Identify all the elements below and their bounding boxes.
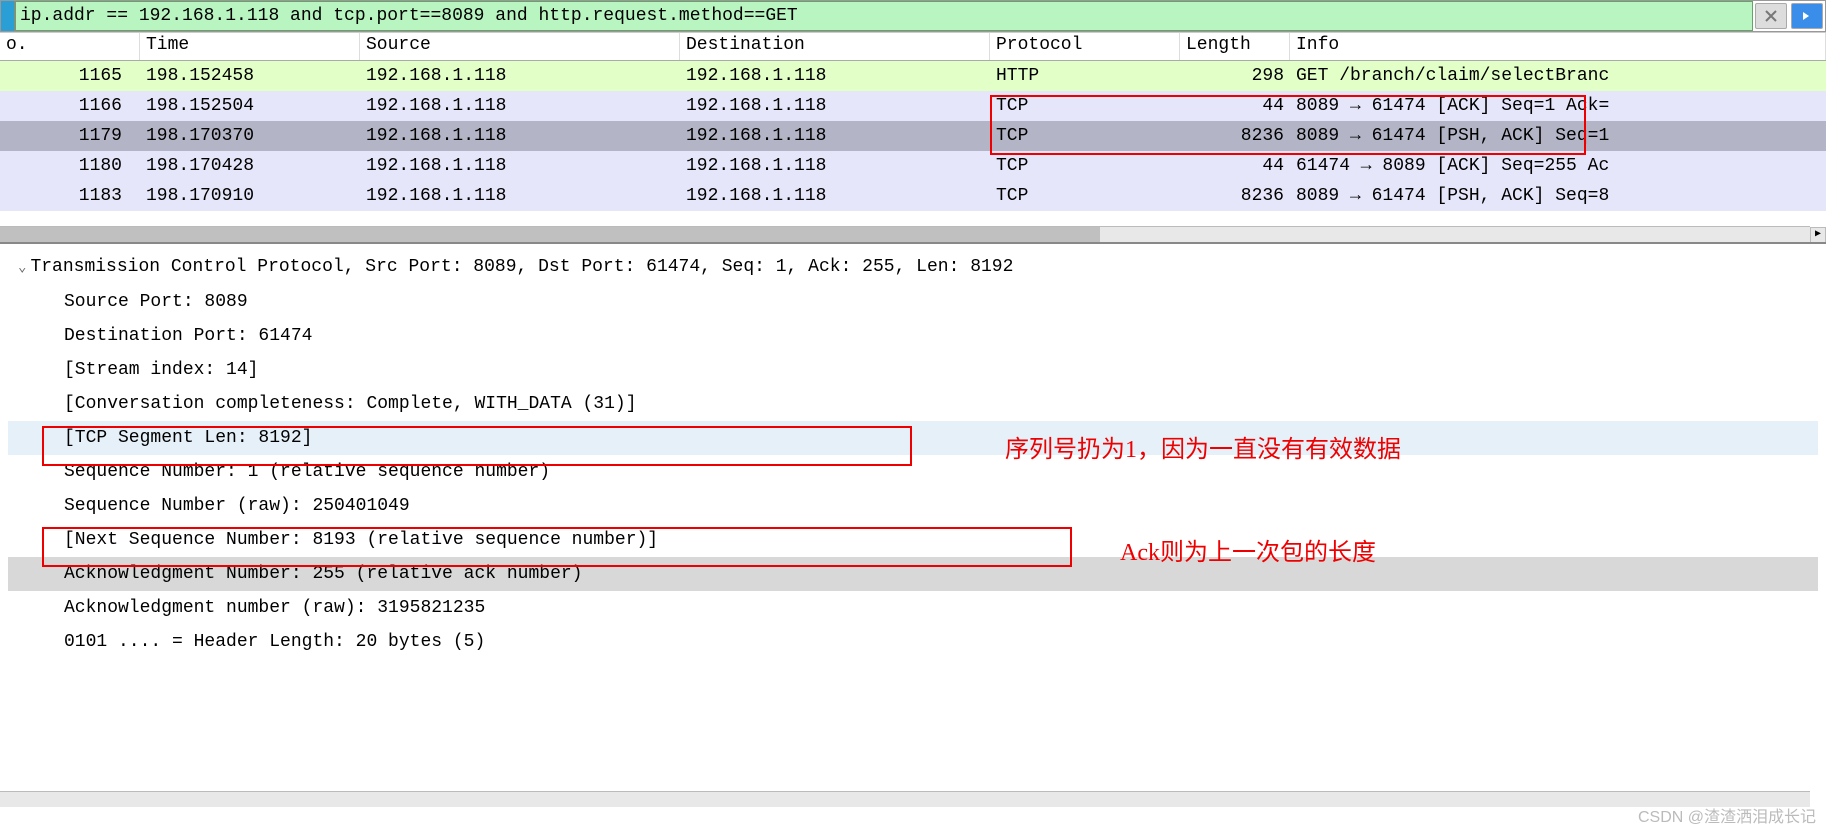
detail-tcp-segment-len[interactable]: [TCP Segment Len: 8192] (8, 421, 1818, 455)
watermark-text: CSDN @渣渣洒泪成长记 (1638, 803, 1816, 827)
col-protocol[interactable]: Protocol (990, 33, 1180, 60)
detail-next-sequence[interactable]: [Next Sequence Number: 8193 (relative se… (8, 523, 1818, 557)
scrollbar-thumb[interactable] (0, 227, 1100, 242)
detail-acknowledgment[interactable]: Acknowledgment Number: 255 (relative ack… (8, 557, 1818, 591)
scroll-right-icon[interactable]: ▶ (1810, 227, 1826, 242)
annotation-text: 序列号扔为1，因为一直没有有效数据 (1005, 429, 1401, 464)
detail-sequence-raw[interactable]: Sequence Number (raw): 250401049 (8, 489, 1818, 523)
filter-bar (0, 0, 1826, 32)
detail-stream-index[interactable]: [Stream index: 14] (8, 353, 1818, 387)
detail-ack-raw[interactable]: Acknowledgment number (raw): 3195821235 (8, 591, 1818, 625)
detail-tcp-header[interactable]: Transmission Control Protocol, Src Port:… (8, 250, 1818, 285)
packet-detail-pane: Transmission Control Protocol, Src Port:… (0, 242, 1826, 672)
horizontal-scrollbar[interactable]: ▶ (0, 226, 1810, 242)
annotation-text: Ack则为上一次包的长度 (1120, 532, 1376, 567)
detail-sequence-number[interactable]: Sequence Number: 1 (relative sequence nu… (8, 455, 1818, 489)
filter-marker-icon (1, 1, 15, 31)
detail-conversation[interactable]: [Conversation completeness: Complete, WI… (8, 387, 1818, 421)
packet-row[interactable]: 1183 198.170910 192.168.1.118 192.168.1.… (0, 181, 1826, 211)
packet-row[interactable]: 1165 198.152458 192.168.1.118 192.168.1.… (0, 61, 1826, 91)
packet-list-header: o. Time Source Destination Protocol Leng… (0, 33, 1826, 61)
apply-filter-button[interactable] (1791, 3, 1823, 29)
detail-header-length[interactable]: 0101 .... = Header Length: 20 bytes (5) (8, 625, 1818, 659)
col-length[interactable]: Length (1180, 33, 1290, 60)
col-time[interactable]: Time (140, 33, 360, 60)
packet-row-selected[interactable]: 1179 198.170370 192.168.1.118 192.168.1.… (0, 121, 1826, 151)
packet-row[interactable]: 1166 198.152504 192.168.1.118 192.168.1.… (0, 91, 1826, 121)
detail-dst-port[interactable]: Destination Port: 61474 (8, 319, 1818, 353)
packet-rows: 1165 198.152458 192.168.1.118 192.168.1.… (0, 61, 1826, 211)
col-info[interactable]: Info (1290, 33, 1826, 60)
col-source[interactable]: Source (360, 33, 680, 60)
packet-list-pane: o. Time Source Destination Protocol Leng… (0, 32, 1826, 242)
col-no[interactable]: o. (0, 33, 140, 60)
display-filter-input[interactable] (15, 1, 1753, 31)
clear-filter-button[interactable] (1755, 3, 1787, 29)
packet-row[interactable]: 1180 198.170428 192.168.1.118 192.168.1.… (0, 151, 1826, 181)
detail-src-port[interactable]: Source Port: 8089 (8, 285, 1818, 319)
horizontal-scrollbar[interactable] (0, 791, 1810, 807)
col-destination[interactable]: Destination (680, 33, 990, 60)
